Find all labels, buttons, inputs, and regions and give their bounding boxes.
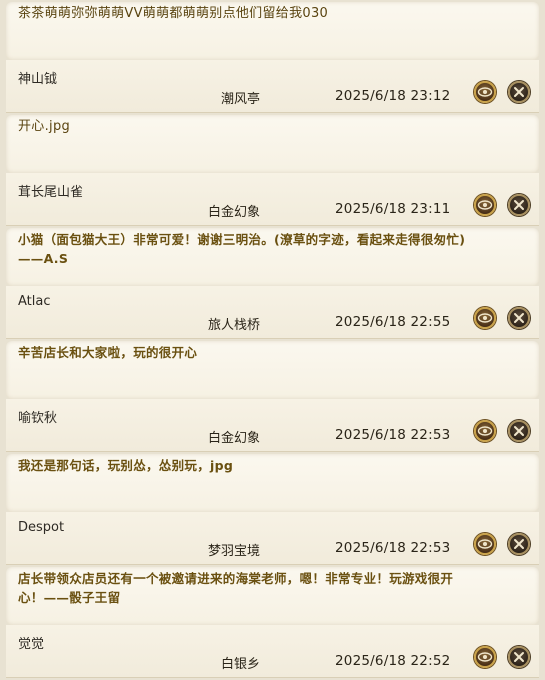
server-name: 白金幻象: [207, 205, 260, 220]
author-name: 觉觉: [18, 637, 45, 652]
message-board: 茶茶萌萌弥弥萌萌VV萌萌都萌萌别点他们留给我030 神山钺 潮风亭 2025/6…: [0, 0, 545, 680]
message-text: 茶茶萌萌弥弥萌萌VV萌萌都萌萌别点他们留给我030: [18, 6, 329, 21]
eye-icon: [477, 426, 493, 436]
timestamp: 2025/6/18 22:53: [335, 427, 451, 443]
message-card: 茶茶萌萌弥弥萌萌VV萌萌都萌萌别点他们留给我030 神山钺 潮风亭 2025/6…: [0, 0, 545, 113]
timestamp: 2025/6/18 23:12: [335, 88, 451, 104]
server-name: 潮风亭: [220, 92, 260, 107]
eye-icon: [477, 87, 493, 97]
timestamp: 2025/6/18 22:53: [335, 540, 451, 556]
message-text: 开心.jpg: [18, 119, 71, 134]
author-name: Atlac: [18, 294, 51, 309]
close-icon: [514, 87, 524, 97]
eye-icon: [477, 539, 493, 549]
meta-panel: [6, 286, 539, 339]
close-icon: [514, 426, 524, 436]
message-text: 小猫（面包猫大王）非常可爱！谢谢三明治。(潦草的字迹，看起来走得很匆忙)——A.…: [18, 232, 466, 266]
server-name: 旅人栈桥: [207, 318, 260, 333]
eye-icon: [477, 652, 493, 662]
close-icon: [514, 200, 524, 210]
meta-panel: [6, 399, 539, 452]
author-name: 神山钺: [18, 72, 58, 87]
view-button[interactable]: [474, 420, 496, 442]
message-card: 我还是那句话，玩别怂，怂别玩，jpg Despot 梦羽宝境 2025/6/18…: [0, 452, 545, 565]
message-card: 小猫（面包猫大王）非常可爱！谢谢三明治。(潦草的字迹，看起来走得很匆忙)——A.…: [0, 226, 545, 339]
message-card: 开心.jpg 茸长尾山雀 白金幻象 2025/6/18 23:11: [0, 113, 545, 226]
message-text: 店长带领众店员还有一个被邀请进来的海棠老师，嗯！非常专业！玩游戏很开心！——骰子…: [18, 571, 454, 605]
message-text: 辛苦店长和大家啦，玩的很开心: [18, 345, 198, 360]
close-icon: [514, 313, 524, 323]
delete-button[interactable]: [508, 307, 530, 329]
author-name: 茸长尾山雀: [18, 185, 84, 200]
eye-icon: [477, 313, 493, 323]
timestamp: 2025/6/18 22:52: [335, 653, 451, 669]
message-text: 我还是那句话，玩别怂，怂别玩，jpg: [18, 458, 234, 473]
author-name: 喻钦秋: [18, 411, 58, 426]
view-button[interactable]: [474, 81, 496, 103]
delete-button[interactable]: [508, 420, 530, 442]
message-card: 辛苦店长和大家啦，玩的很开心 喻钦秋 白金幻象 2025/6/18 22:53: [0, 339, 545, 452]
author-name: Despot: [18, 520, 65, 535]
timestamp: 2025/6/18 22:55: [335, 314, 451, 330]
meta-panel: [6, 512, 539, 565]
server-name: 白金幻象: [207, 431, 260, 446]
view-button[interactable]: [474, 194, 496, 216]
timestamp: 2025/6/18 23:11: [335, 201, 451, 217]
message-card: 店长带领众店员还有一个被邀请进来的海棠老师，嗯！非常专业！玩游戏很开心！——骰子…: [0, 565, 545, 678]
delete-button[interactable]: [508, 646, 530, 668]
close-icon: [514, 652, 524, 662]
delete-button[interactable]: [508, 533, 530, 555]
server-name: 白银乡: [220, 657, 260, 672]
view-button[interactable]: [474, 646, 496, 668]
view-button[interactable]: [474, 533, 496, 555]
delete-button[interactable]: [508, 194, 530, 216]
meta-panel: [6, 625, 539, 678]
view-button[interactable]: [474, 307, 496, 329]
close-icon: [514, 539, 524, 549]
delete-button[interactable]: [508, 81, 530, 103]
meta-panel: [6, 60, 539, 113]
server-name: 梦羽宝境: [207, 544, 260, 559]
meta-panel: [6, 173, 539, 226]
eye-icon: [477, 200, 493, 210]
